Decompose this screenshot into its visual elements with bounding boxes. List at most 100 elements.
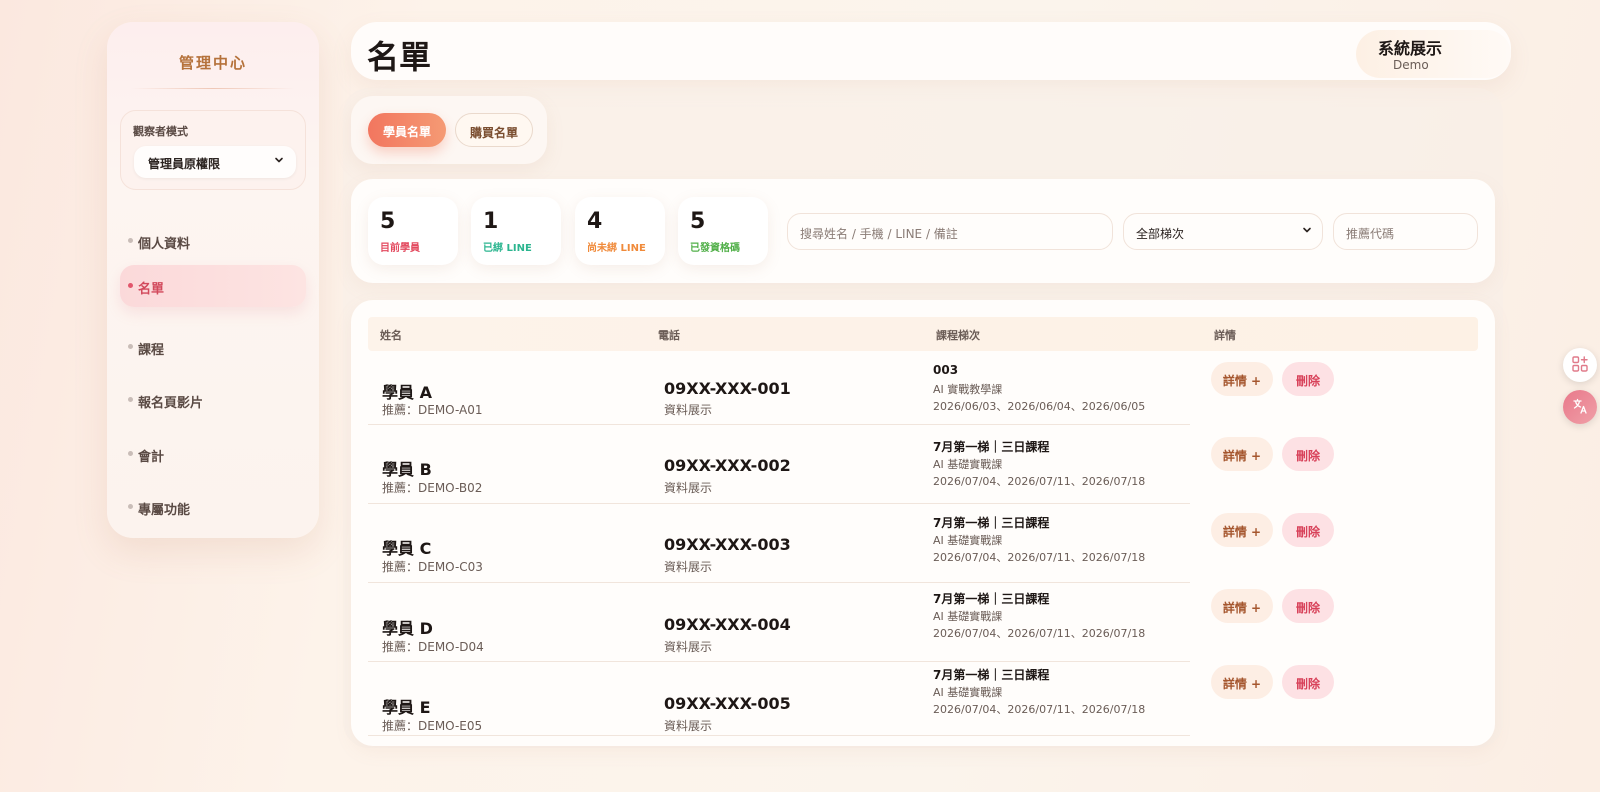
observer-mode-value: 管理員原權限 — [148, 157, 221, 171]
stat-label: 目前學員 — [380, 243, 420, 254]
stat-card-line-unbound: 4 尚未綁 LINE — [575, 197, 665, 265]
chevron-down-icon — [274, 155, 284, 168]
batch-select[interactable]: 全部梯次 — [1123, 213, 1323, 250]
page-header: 名單 系統展示 Demo — [351, 22, 1511, 80]
course-batch-title: 003 — [933, 363, 959, 377]
detail-button[interactable]: 詳情 + — [1211, 665, 1273, 699]
delete-button[interactable]: 刪除 — [1282, 665, 1334, 699]
student-referral: 推薦：DEMO-B02 — [382, 481, 483, 495]
course-batch-title: 7月第一梯｜三日課程 — [933, 668, 1050, 682]
student-phone: 09XX-XXX-004 — [664, 615, 791, 634]
tab-purchase-list[interactable]: 購買名單 — [455, 113, 533, 147]
table-row: 學員 B 推薦：DEMO-B02 09XX-XXX-002 資料展示 7月第一梯… — [368, 425, 1478, 504]
sidebar: 管理中心 觀察者模式 管理員原權限 個人資料 名單 課程 報名頁影片 會計 專屬… — [107, 22, 319, 538]
sidebar-item-courses[interactable]: 課程 — [120, 326, 306, 368]
observer-mode-label: 觀察者模式 — [133, 125, 188, 138]
course-batch-title: 7月第一梯｜三日課程 — [933, 440, 1050, 454]
table-row: 學員 E 推薦：DEMO-E05 09XX-XXX-005 資料展示 7月第一梯… — [368, 662, 1478, 736]
chevron-down-icon — [1302, 225, 1312, 238]
tab-student-list[interactable]: 學員名單 — [368, 113, 446, 147]
student-phone: 09XX-XXX-003 — [664, 535, 791, 554]
translate-icon[interactable] — [1563, 390, 1597, 424]
sidebar-divider — [131, 88, 295, 89]
referral-code-input[interactable]: 推薦代碼 — [1333, 213, 1478, 250]
table-row: 學員 D 推薦：DEMO-D04 09XX-XXX-004 資料展示 7月第一梯… — [368, 583, 1478, 662]
sidebar-item-signup-video[interactable]: 報名頁影片 — [120, 379, 306, 421]
bullet-dot-icon — [128, 344, 133, 349]
sidebar-item-profile[interactable]: 個人資料 — [120, 220, 306, 262]
student-phone: 09XX-XXX-001 — [664, 379, 791, 398]
delete-button[interactable]: 刪除 — [1282, 589, 1334, 623]
referral-placeholder: 推薦代碼 — [1346, 227, 1395, 241]
user-name: 系統展示 — [1378, 39, 1443, 58]
student-name: 學員 B — [382, 460, 432, 479]
course-type: AI 基礎實戰課 — [933, 686, 1003, 699]
stat-label: 尚未綁 LINE — [587, 243, 646, 254]
user-role: Demo — [1393, 58, 1429, 72]
detail-button[interactable]: 詳情 + — [1211, 437, 1273, 471]
table-row: 學員 C 推薦：DEMO-C03 09XX-XXX-003 資料展示 7月第一梯… — [368, 504, 1478, 583]
apps-plus-icon[interactable] — [1563, 348, 1597, 382]
bullet-dot-icon — [128, 504, 133, 509]
search-placeholder: 搜尋姓名 / 手機 / LINE / 備註 — [800, 227, 958, 241]
student-name: 學員 D — [382, 619, 433, 638]
student-referral: 推薦：DEMO-E05 — [382, 719, 483, 733]
sidebar-item-list[interactable]: 名單 — [120, 265, 306, 307]
row-divider — [368, 735, 1190, 736]
course-batch-title: 7月第一梯｜三日課程 — [933, 592, 1050, 606]
column-header-name: 姓名 — [380, 329, 402, 342]
bullet-dot-icon — [128, 397, 133, 402]
observer-mode-select[interactable]: 管理員原權限 — [134, 146, 296, 178]
stat-value: 5 — [690, 209, 706, 234]
student-phone-sub: 資料展示 — [664, 481, 713, 495]
sidebar-item-exclusive[interactable]: 專屬功能 — [120, 486, 306, 528]
batch-select-value: 全部梯次 — [1136, 227, 1185, 241]
delete-button[interactable]: 刪除 — [1282, 362, 1334, 396]
bullet-dot-icon — [128, 451, 133, 456]
stat-value: 4 — [587, 209, 603, 234]
bullet-dot-icon — [128, 283, 133, 288]
sidebar-item-label: 會計 — [138, 450, 165, 465]
student-name: 學員 A — [382, 383, 432, 402]
course-type: AI 基礎實戰課 — [933, 458, 1003, 471]
course-dates: 2026/07/04、2026/07/11、2026/07/18 — [933, 627, 1146, 640]
student-table: 姓名 電話 課程梯次 詳情 學員 A 推薦：DEMO-A01 09XX-XXX-… — [351, 300, 1495, 746]
delete-button[interactable]: 刪除 — [1282, 513, 1334, 547]
stat-label: 已發資格碼 — [690, 243, 740, 254]
tab-bar: 學員名單 購買名單 — [351, 96, 547, 164]
stat-card-current-students: 5 目前學員 — [368, 197, 458, 265]
stat-label: 已綁 LINE — [483, 243, 532, 254]
user-chip[interactable]: 系統展示 Demo — [1356, 30, 1511, 78]
student-phone-sub: 資料展示 — [664, 640, 713, 654]
column-header-phone: 電話 — [658, 329, 680, 342]
sidebar-item-label: 個人資料 — [138, 237, 191, 252]
student-phone: 09XX-XXX-002 — [664, 456, 791, 475]
observer-mode-box: 觀察者模式 管理員原權限 — [120, 110, 306, 190]
sidebar-item-label: 專屬功能 — [138, 503, 191, 518]
course-dates: 2026/07/04、2026/07/11、2026/07/18 — [933, 551, 1146, 564]
student-referral: 推薦：DEMO-C03 — [382, 560, 483, 574]
sidebar-title: 管理中心 — [178, 54, 247, 72]
course-type: AI 實戰教學課 — [933, 383, 1003, 396]
sidebar-item-accounting[interactable]: 會計 — [120, 433, 306, 475]
detail-button[interactable]: 詳情 + — [1211, 362, 1273, 396]
stat-value: 5 — [380, 209, 396, 234]
stat-card-codes-issued: 5 已發資格碼 — [678, 197, 768, 265]
course-type: AI 基礎實戰課 — [933, 610, 1003, 623]
student-phone-sub: 資料展示 — [664, 403, 713, 417]
column-header-detail: 詳情 — [1214, 329, 1236, 342]
page-title: 名單 — [367, 38, 432, 76]
search-input[interactable]: 搜尋姓名 / 手機 / LINE / 備註 — [787, 213, 1113, 250]
table-header: 姓名 電話 課程梯次 詳情 — [368, 317, 1478, 351]
course-dates: 2026/07/04、2026/07/11、2026/07/18 — [933, 703, 1146, 716]
student-referral: 推薦：DEMO-A01 — [382, 403, 483, 417]
student-name: 學員 C — [382, 539, 432, 558]
detail-button[interactable]: 詳情 + — [1211, 513, 1273, 547]
delete-button[interactable]: 刪除 — [1282, 437, 1334, 471]
course-dates: 2026/07/04、2026/07/11、2026/07/18 — [933, 475, 1146, 488]
student-phone-sub: 資料展示 — [664, 560, 713, 574]
sidebar-item-label: 名單 — [138, 282, 165, 297]
detail-button[interactable]: 詳情 + — [1211, 589, 1273, 623]
stat-card-line-bound: 1 已綁 LINE — [471, 197, 561, 265]
stat-value: 1 — [483, 209, 499, 234]
